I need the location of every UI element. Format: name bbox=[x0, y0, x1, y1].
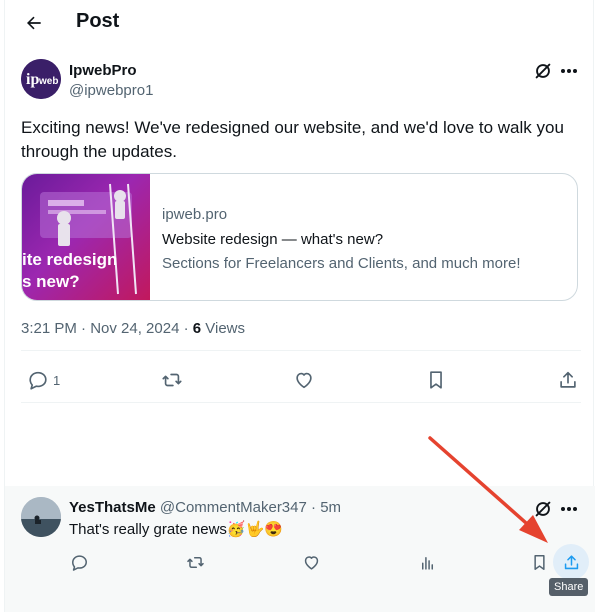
timestamp[interactable]: 3:21 PM · Nov 24, 2024 · bbox=[21, 320, 193, 337]
link-preview-card[interactable]: ite redesign s new? ipweb.pro Website re… bbox=[21, 173, 578, 301]
grok-icon bbox=[535, 63, 551, 79]
share-icon bbox=[564, 554, 578, 569]
share-button[interactable] bbox=[557, 368, 579, 392]
avatar-photo bbox=[21, 497, 61, 537]
grok-button[interactable] bbox=[532, 498, 554, 520]
reply-icon bbox=[29, 371, 47, 390]
more-horizontal-icon bbox=[561, 507, 577, 511]
reply-post[interactable]: YesThatsMe @CommentMaker347 · 5m That's … bbox=[5, 486, 595, 612]
card-thumbnail: ite redesign s new? bbox=[22, 174, 150, 300]
back-button[interactable] bbox=[19, 8, 49, 38]
reply-button[interactable] bbox=[67, 550, 91, 574]
share-icon bbox=[560, 371, 576, 388]
reply-header: YesThatsMe @CommentMaker347 · 5m bbox=[69, 499, 341, 516]
header: Post bbox=[5, 0, 595, 46]
post-actions: 1 bbox=[21, 362, 581, 398]
divider bbox=[21, 350, 581, 351]
card-title: Website redesign — what's new? bbox=[162, 231, 384, 248]
grok-button[interactable] bbox=[532, 60, 554, 82]
author-avatar[interactable]: ip web bbox=[21, 59, 61, 99]
author-name[interactable]: IpwebPro bbox=[69, 62, 137, 79]
analytics-icon bbox=[421, 556, 433, 570]
ipweb-logo: ip web bbox=[21, 59, 61, 99]
repost-icon bbox=[186, 556, 204, 568]
thumbnail-text-line-1: ite redesign bbox=[22, 250, 118, 269]
views-label: Views bbox=[201, 320, 246, 337]
thumbnail-text-line-2: s new? bbox=[22, 272, 80, 291]
bookmark-button[interactable] bbox=[527, 550, 551, 574]
post-metadata: 3:21 PM · Nov 24, 2024 · 6 Views bbox=[21, 320, 245, 337]
reply-text: That's really grate news🥳🤟😍 bbox=[69, 521, 283, 538]
views-count: 6 bbox=[192, 320, 202, 337]
card-body: ipweb.pro Website redesign — what's new?… bbox=[150, 174, 521, 300]
views-button[interactable] bbox=[415, 550, 439, 574]
divider bbox=[21, 402, 581, 403]
like-button[interactable] bbox=[293, 368, 315, 392]
repost-icon bbox=[162, 373, 182, 387]
more-options-button[interactable] bbox=[558, 498, 580, 520]
bookmark-icon bbox=[533, 554, 545, 570]
card-description: Sections for Freelancers and Clients, an… bbox=[162, 255, 521, 272]
reply-author-handle[interactable]: @CommentMaker347 bbox=[160, 499, 307, 516]
card-domain: ipweb.pro bbox=[162, 206, 228, 223]
repost-button[interactable] bbox=[183, 550, 207, 574]
reply-author-name[interactable]: YesThatsMe bbox=[69, 499, 156, 516]
reply-icon bbox=[71, 554, 87, 571]
author-handle[interactable]: @ipwebpro1 bbox=[69, 82, 153, 99]
reply-count: 1 bbox=[53, 372, 61, 388]
heart-icon bbox=[296, 372, 312, 389]
heart-icon bbox=[304, 555, 318, 570]
reply-time[interactable]: 5m bbox=[320, 499, 341, 516]
page-title: Post bbox=[76, 10, 120, 32]
svg-text:ip: ip bbox=[26, 71, 39, 88]
post-detail-view: Post ip web IpwebPro @ipwebpro1 Exciting… bbox=[4, 0, 595, 612]
svg-text:web: web bbox=[38, 76, 58, 87]
reply-button[interactable]: 1 bbox=[27, 368, 60, 392]
bookmark-icon bbox=[430, 371, 442, 389]
repost-button[interactable] bbox=[161, 368, 183, 392]
more-horizontal-icon bbox=[561, 69, 577, 73]
separator: · bbox=[306, 499, 321, 516]
bookmark-button[interactable] bbox=[425, 368, 447, 392]
share-button-hover[interactable] bbox=[553, 544, 589, 580]
arrow-left-icon bbox=[27, 16, 41, 30]
like-button[interactable] bbox=[299, 550, 323, 574]
reply-author-avatar[interactable] bbox=[21, 497, 61, 537]
share-tooltip: Share bbox=[549, 578, 589, 596]
more-options-button[interactable] bbox=[558, 60, 580, 82]
grok-icon bbox=[535, 501, 551, 517]
post-text: Exciting news! We've redesigned our webs… bbox=[21, 118, 564, 161]
